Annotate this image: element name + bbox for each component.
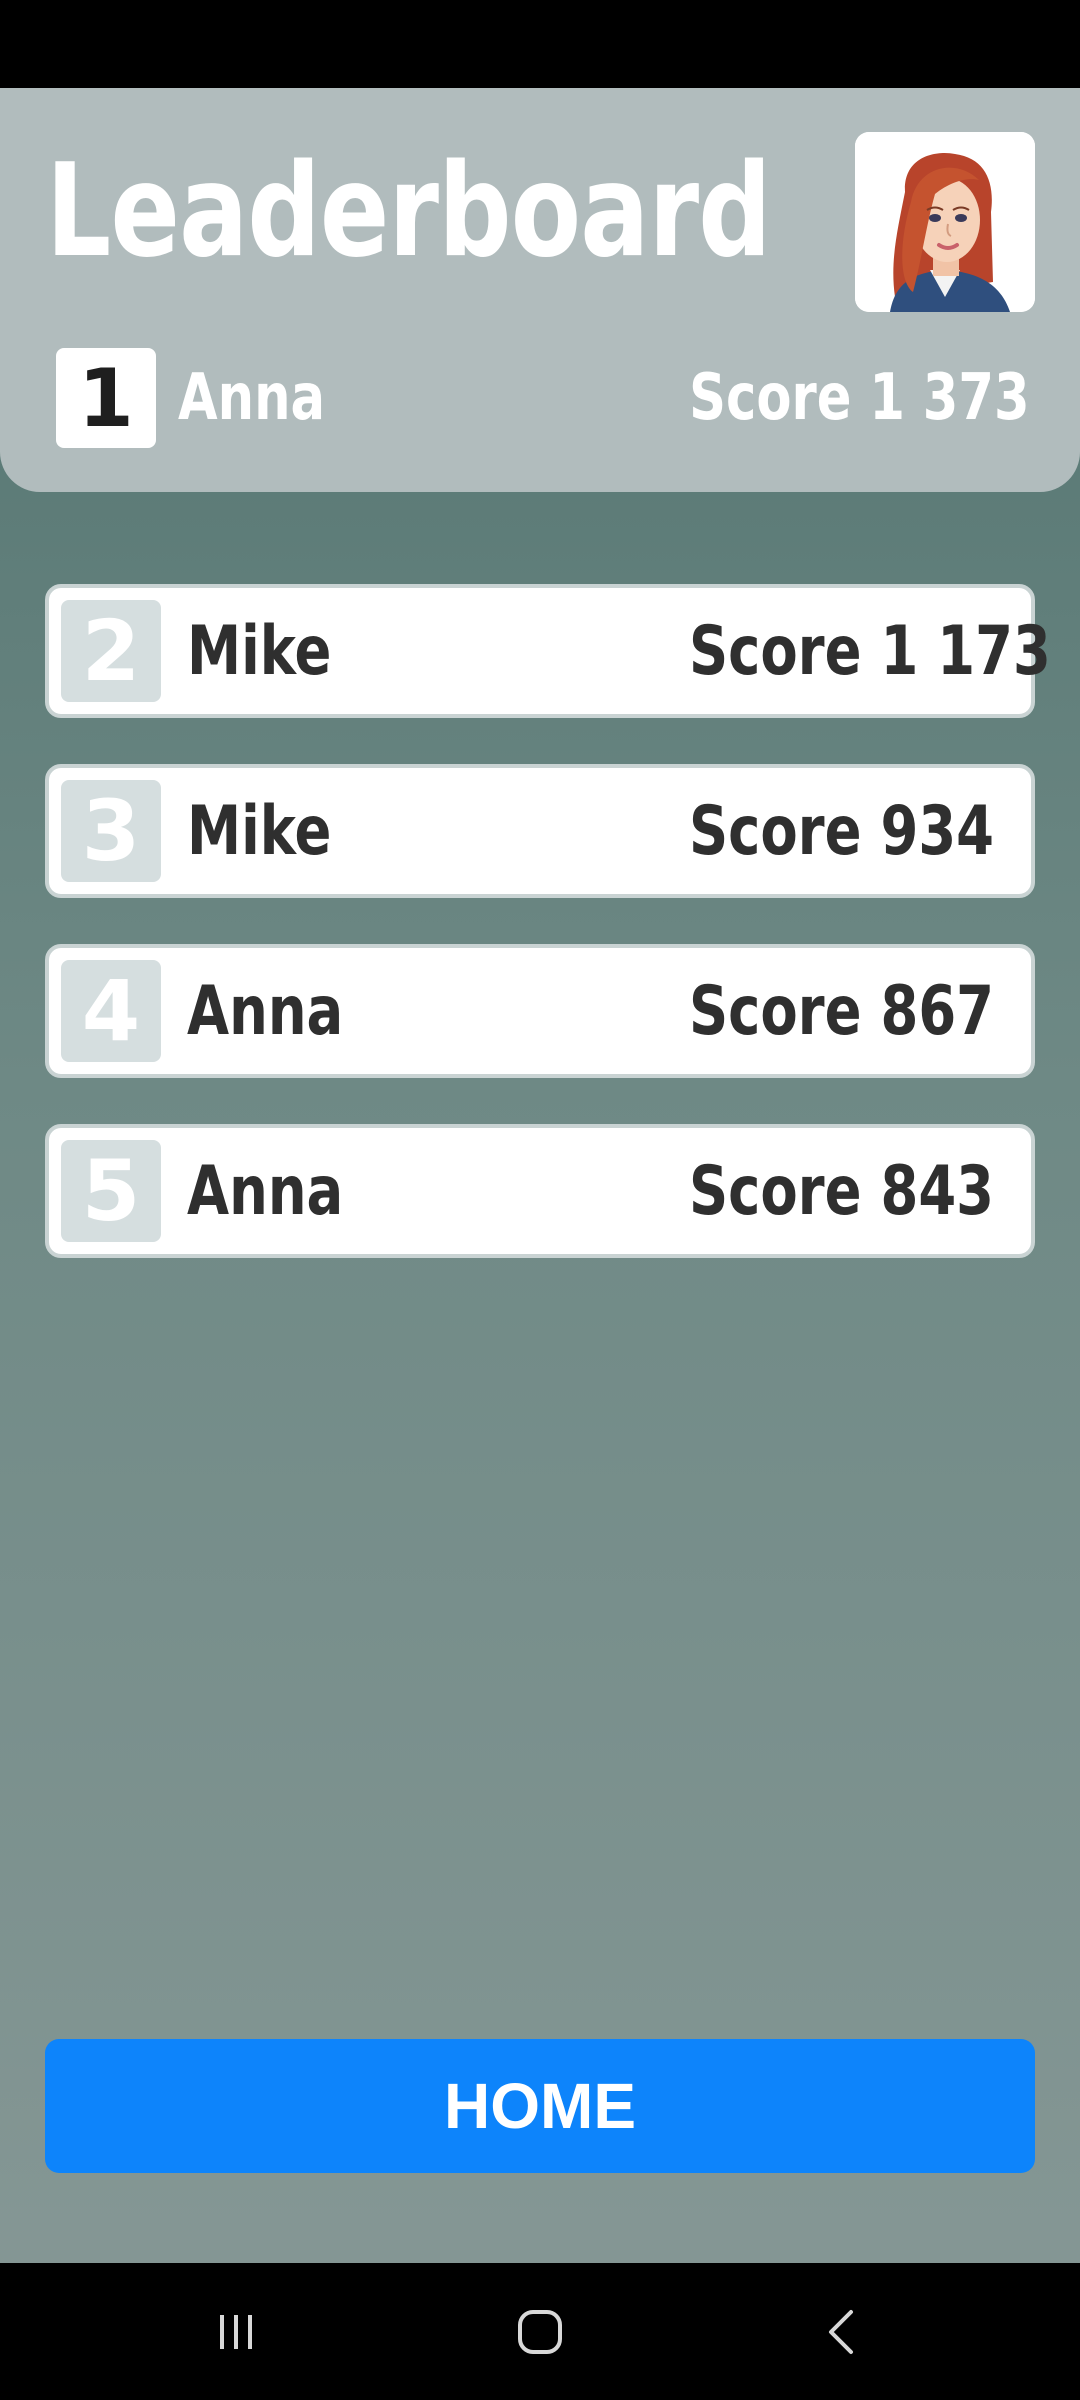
recent-apps-icon[interactable] <box>156 2263 316 2400</box>
rank-badge: 3 <box>61 780 161 882</box>
rank-badge: 4 <box>61 960 161 1062</box>
leaderboard-header: Leaderboard 1 Anna Score 1 373 <box>0 88 1080 492</box>
system-nav-bar <box>0 2263 1080 2400</box>
player-name: Anna <box>187 1152 344 1231</box>
rank-badge: 2 <box>61 600 161 702</box>
home-button[interactable]: HOME <box>45 2039 1035 2173</box>
rank-badge: 5 <box>61 1140 161 1242</box>
leaderboard-screen: Leaderboard 1 Anna Score 1 373 2 Mike Sc… <box>0 0 1080 2400</box>
player-score: Score 1 173 <box>689 612 1051 691</box>
page-title: Leaderboard <box>46 137 772 286</box>
leaderboard-row: 4 Anna Score 867 <box>45 944 1035 1078</box>
avatar-icon[interactable] <box>855 132 1035 312</box>
player-name: Mike <box>187 612 332 691</box>
avatar-image <box>855 132 1035 312</box>
top-player-score: Score 1 373 <box>689 361 1030 435</box>
leaderboard-row: 2 Mike Score 1 173 <box>45 584 1051 718</box>
player-name: Mike <box>187 792 332 871</box>
status-bar <box>0 0 1080 88</box>
player-score: Score 934 <box>689 792 995 871</box>
leaderboard-row: 3 Mike Score 934 <box>45 764 1035 898</box>
home-circle-icon[interactable] <box>460 2263 620 2400</box>
leaderboard-row: 5 Anna Score 843 <box>45 1124 1035 1258</box>
player-name: Anna <box>187 972 344 1051</box>
top-player-name: Anna <box>178 361 326 435</box>
back-chevron-icon[interactable] <box>763 2263 923 2400</box>
player-score: Score 843 <box>689 1152 995 1231</box>
player-score: Score 867 <box>689 972 995 1051</box>
top-rank-badge: 1 <box>56 348 156 448</box>
